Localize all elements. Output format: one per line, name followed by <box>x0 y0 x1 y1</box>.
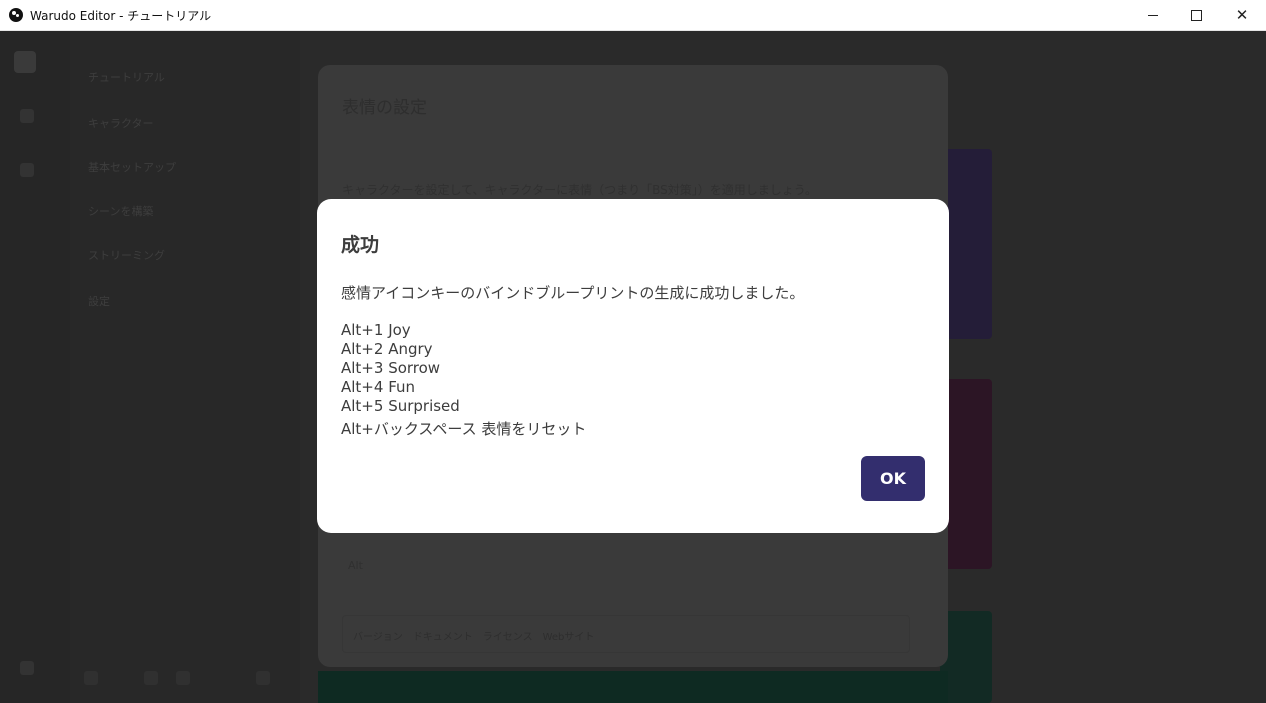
sidebar: チュートリアル キャラクター 基本セットアップ シーンを構築 ストリーミング 設… <box>70 31 300 703</box>
keybinding-item: Alt+バックスペース 表情をリセット <box>341 420 587 438</box>
dialog-title: 表情の設定 <box>342 98 427 118</box>
modal-title: 成功 <box>341 234 380 256</box>
close-button[interactable]: ✕ <box>1219 0 1265 30</box>
dialog-description: キャラクターを設定して、キャラクターに表情（つまり「BS対策」）を適用しましょう… <box>342 183 818 197</box>
toolbar-icon <box>256 671 270 685</box>
footer-links: バージョン ドキュメント ライセンス Webサイト <box>353 632 595 643</box>
dialog-footer: バージョン ドキュメント ライセンス Webサイト <box>342 615 910 653</box>
minimize-button[interactable] <box>1130 0 1176 30</box>
modal-message: 感情アイコンキーのバインドブループリントの生成に成功しました。 <box>341 284 805 302</box>
sidebar-item: シーンを構築 <box>88 205 154 218</box>
maximize-icon <box>1190 9 1202 21</box>
maximize-button[interactable] <box>1173 0 1219 30</box>
warudo-app-icon <box>9 8 23 22</box>
sidebar-item: ストリーミング <box>88 249 165 262</box>
bottom-toolbar <box>0 659 300 703</box>
toolbar-icon <box>144 671 158 685</box>
settings-row-label: Alt <box>348 559 363 572</box>
keybinding-item: Alt+2 Angry <box>341 340 433 358</box>
background-strip <box>318 671 948 703</box>
keybinding-item: Alt+4 Fun <box>341 378 416 396</box>
keybinding-list: Alt+1 Joy Alt+2 Angry Alt+3 Sorrow Alt+4… <box>341 321 460 416</box>
minimize-icon <box>1148 14 1158 16</box>
keybinding-item: Alt+5 Surprised <box>341 397 460 415</box>
rail-icon <box>20 163 34 177</box>
rail-icon <box>20 109 34 123</box>
sidebar-item: チュートリアル <box>88 71 165 84</box>
sidebar-item: 設定 <box>88 295 110 308</box>
ok-button[interactable]: OK <box>861 456 925 501</box>
keybinding-item: Alt+3 Sorrow <box>341 359 441 377</box>
sidebar-item: 基本セットアップ <box>88 161 176 174</box>
toolbar-icon <box>84 671 98 685</box>
keybinding-item: Alt+1 Joy <box>341 321 411 339</box>
success-modal: 成功 感情アイコンキーのバインドブループリントの生成に成功しました。 Alt+1… <box>317 199 949 533</box>
window-title: Warudo Editor - チュートリアル <box>30 9 212 23</box>
logo-icon <box>14 51 36 73</box>
toolbar-icon <box>176 671 190 685</box>
left-rail <box>0 31 70 703</box>
settings-row: Alt <box>342 553 908 583</box>
window-title-bar: Warudo Editor - チュートリアル ✕ <box>0 0 1266 31</box>
close-icon: ✕ <box>1235 6 1249 24</box>
sidebar-item: キャラクター <box>88 117 154 130</box>
